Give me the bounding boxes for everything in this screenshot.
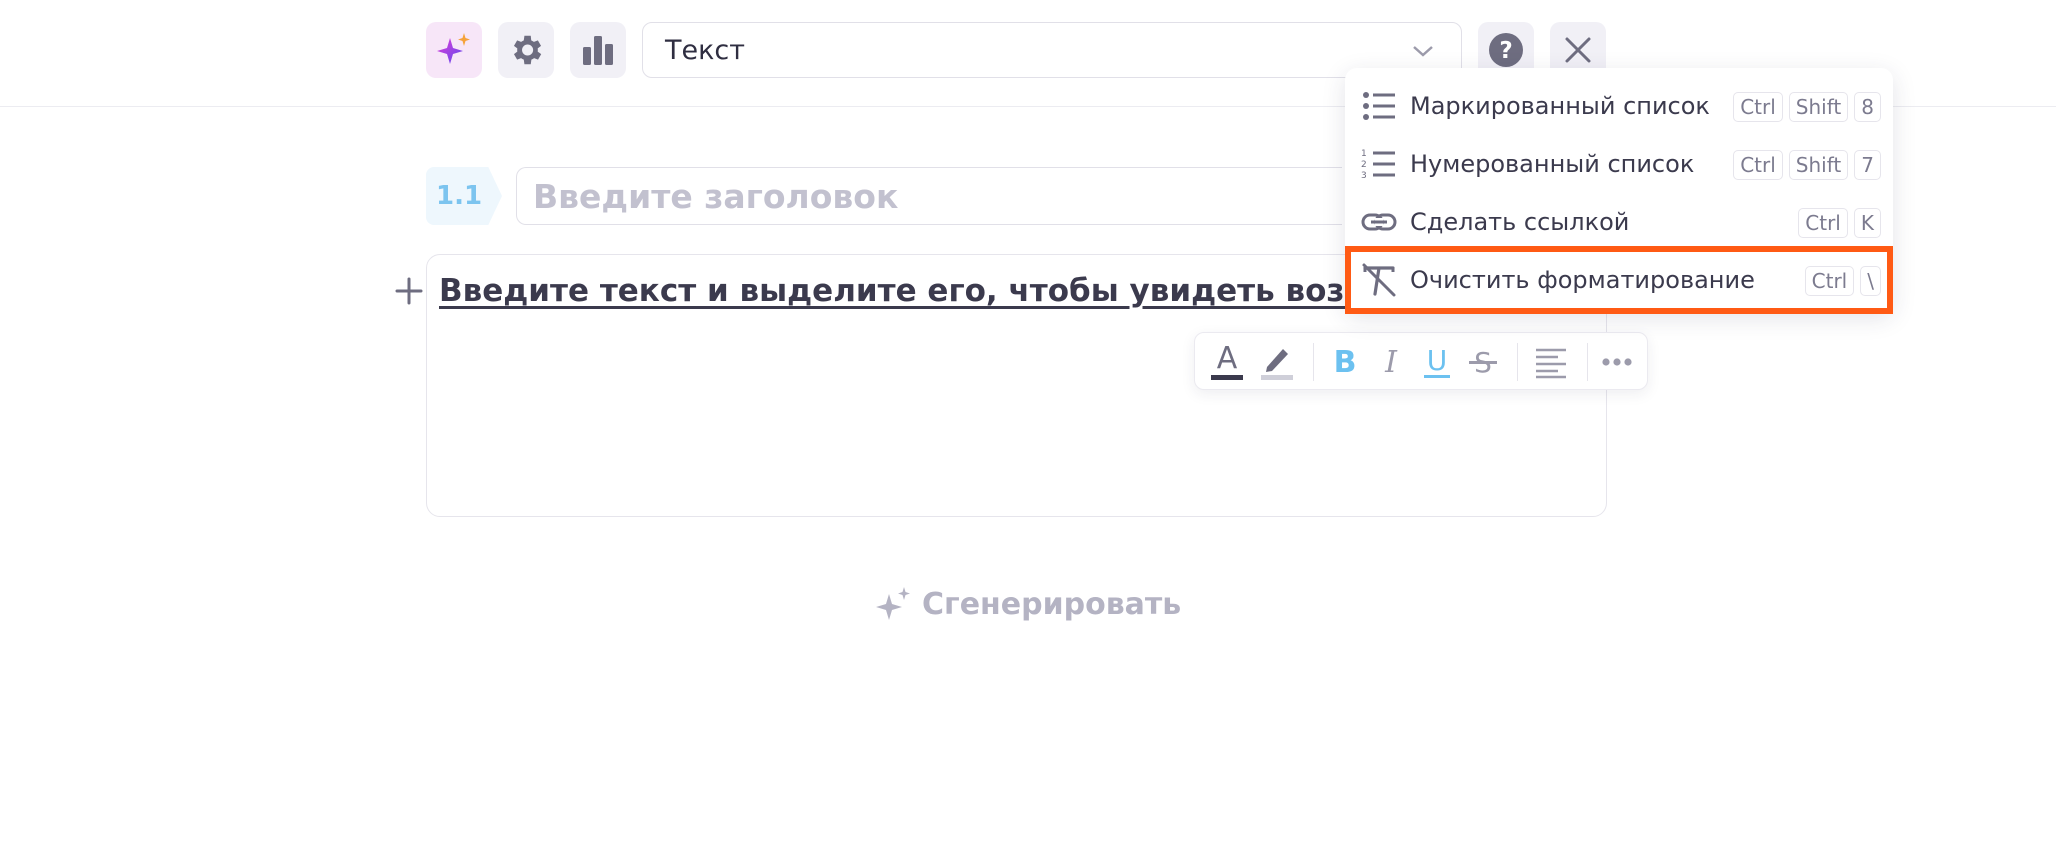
align-left-icon xyxy=(1536,348,1566,379)
format-toolbar: A B I U S xyxy=(1194,332,1648,390)
svg-text:B: B xyxy=(1334,345,1357,380)
gear-icon xyxy=(513,35,542,65)
shortcut: Ctrl K xyxy=(1798,208,1881,238)
more-icon xyxy=(1602,358,1632,366)
shortcut-key: 8 xyxy=(1854,92,1881,122)
format-menu: Маркированный список Ctrl Shift 8 1 2 3 … xyxy=(1345,68,1893,312)
bold-icon: B xyxy=(1334,345,1357,380)
italic-button[interactable]: I xyxy=(1371,341,1411,383)
svg-text:U: U xyxy=(1427,344,1448,377)
strikethrough-icon: S xyxy=(1469,346,1497,379)
generate-label: Сгенерировать xyxy=(922,586,1182,622)
shortcut: Ctrl Shift 7 xyxy=(1733,150,1881,180)
menu-item-clear-formatting[interactable]: Очистить форматирование Ctrl \ xyxy=(1345,252,1893,308)
toolbar-separator xyxy=(1587,343,1588,381)
add-block-icon[interactable] xyxy=(394,276,424,306)
shortcut-key: K xyxy=(1853,208,1881,238)
menu-item-label: Маркированный список xyxy=(1410,92,1710,120)
more-button[interactable] xyxy=(1597,341,1637,383)
section-number: 1.1 xyxy=(426,167,502,225)
svg-text:3: 3 xyxy=(1361,171,1367,181)
stats-button[interactable] xyxy=(570,22,626,78)
toolbar-separator xyxy=(1517,343,1518,381)
text-color-button[interactable]: A xyxy=(1207,341,1247,383)
highlight-button[interactable] xyxy=(1257,341,1297,383)
bulleted-list-icon xyxy=(1363,92,1395,120)
highlight-icon xyxy=(1261,349,1293,380)
settings-button[interactable] xyxy=(498,22,554,78)
sparkles-icon xyxy=(876,587,910,620)
generate-button[interactable]: Сгенерировать xyxy=(876,582,1181,626)
sparkles-icon xyxy=(437,33,470,64)
bold-button[interactable]: B xyxy=(1325,341,1365,383)
svg-text:A: A xyxy=(1217,341,1238,376)
svg-text:1: 1 xyxy=(1361,149,1367,159)
title-input[interactable]: Введите заголовок xyxy=(516,167,1342,225)
question-icon: ? xyxy=(1489,33,1523,67)
strikethrough-button[interactable]: S xyxy=(1463,341,1503,383)
shortcut-key: Ctrl xyxy=(1798,208,1848,238)
close-icon xyxy=(1565,37,1591,63)
shortcut-key: Ctrl xyxy=(1804,266,1855,296)
text-color-icon: A xyxy=(1211,341,1243,380)
svg-text:2: 2 xyxy=(1361,160,1367,170)
align-button[interactable] xyxy=(1531,341,1571,383)
clear-format-icon xyxy=(1362,263,1396,297)
shortcut-key: Shift xyxy=(1788,92,1849,122)
shortcut-key: Ctrl xyxy=(1733,92,1783,122)
toolbar-separator xyxy=(1313,343,1314,381)
menu-item-make-link[interactable]: Сделать ссылкой Ctrl K xyxy=(1345,194,1893,250)
underline-button[interactable]: U xyxy=(1417,341,1457,383)
menu-item-numbered-list[interactable]: 1 2 3 Нумерованный список Ctrl Shift 7 xyxy=(1345,136,1893,192)
shortcut-key: Ctrl xyxy=(1733,150,1783,180)
chevron-down-icon xyxy=(1413,46,1433,57)
shortcut-key: 7 xyxy=(1854,150,1881,180)
italic-icon: I xyxy=(1384,345,1398,380)
menu-item-label: Очистить форматирование xyxy=(1410,266,1755,294)
svg-text:I: I xyxy=(1384,345,1398,380)
underline-icon: U xyxy=(1424,344,1450,378)
svg-text:?: ? xyxy=(1499,38,1512,64)
menu-item-bulleted-list[interactable]: Маркированный список Ctrl Shift 8 xyxy=(1345,78,1893,134)
magic-button[interactable] xyxy=(426,22,482,78)
shortcut-key: Shift xyxy=(1788,150,1849,180)
block-type-value: Текст xyxy=(665,34,745,66)
shortcut: Ctrl \ xyxy=(1804,266,1881,296)
numbered-list-icon: 1 2 3 xyxy=(1361,149,1395,181)
menu-item-label: Нумерованный список xyxy=(1410,150,1695,178)
link-icon xyxy=(1361,213,1397,231)
title-placeholder: Введите заголовок xyxy=(533,176,899,216)
bar-chart-icon xyxy=(583,36,613,65)
menu-item-label: Сделать ссылкой xyxy=(1410,208,1630,236)
shortcut: Ctrl Shift 8 xyxy=(1733,92,1881,122)
shortcut-key: \ xyxy=(1860,266,1881,296)
block-type-select[interactable]: Текст xyxy=(642,22,1462,78)
